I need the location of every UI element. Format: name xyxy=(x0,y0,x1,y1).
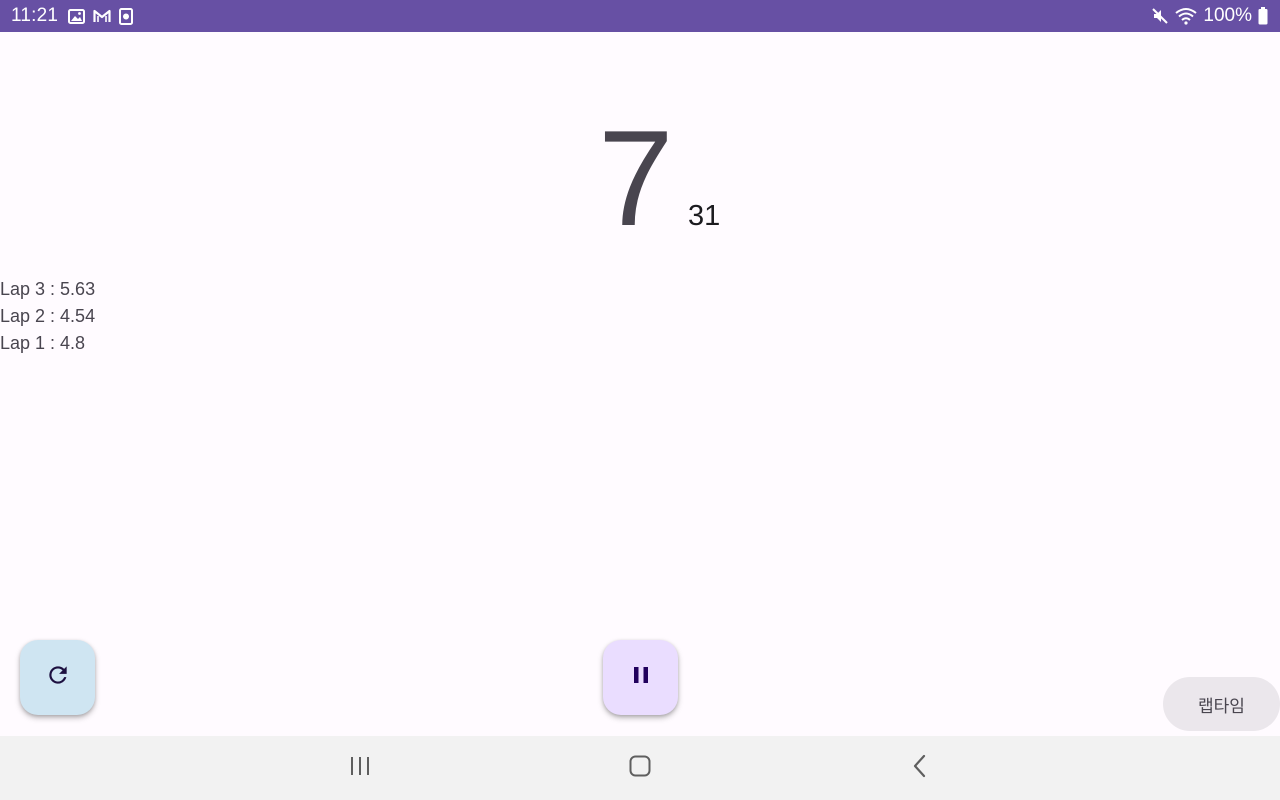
navigation-bar xyxy=(0,736,1280,800)
lap-item: Lap 3 : 5.63 xyxy=(0,279,96,299)
refresh-icon xyxy=(45,662,71,693)
gmail-icon xyxy=(93,9,111,23)
lap-list: Lap 3 : 5.63 Lap 2 : 4.54 Lap 1 : 4.8 xyxy=(0,276,95,357)
back-button[interactable] xyxy=(880,736,960,800)
status-right: 100% xyxy=(1151,0,1268,32)
timer-display: 7 31 xyxy=(0,108,1280,248)
media-icon xyxy=(119,7,134,25)
home-icon xyxy=(628,754,652,783)
recents-icon xyxy=(349,756,371,781)
battery-percent: 100% xyxy=(1203,5,1252,26)
pause-icon xyxy=(630,664,652,691)
reset-button[interactable] xyxy=(20,640,95,715)
gallery-icon xyxy=(68,8,86,24)
pause-button[interactable] xyxy=(603,640,678,715)
lap-item: Lap 2 : 4.54 xyxy=(0,306,96,326)
wifi-icon xyxy=(1175,7,1198,25)
timer-centiseconds: 31 xyxy=(688,200,721,232)
timer-seconds: 7 xyxy=(598,102,674,254)
status-bar: 11:21 100% xyxy=(0,0,1280,32)
lap-time-button[interactable]: 랩타임 xyxy=(1163,677,1280,731)
mute-icon xyxy=(1151,7,1169,25)
status-left: 11:21 xyxy=(11,0,134,32)
lap-time-label: 랩타임 xyxy=(1198,696,1245,716)
status-time: 11:21 xyxy=(11,5,59,26)
battery-icon xyxy=(1258,7,1268,25)
lap-item: Lap 1 : 4.8 xyxy=(0,333,86,353)
recents-button[interactable] xyxy=(320,736,400,800)
back-icon xyxy=(913,754,927,783)
home-button[interactable] xyxy=(600,736,680,800)
